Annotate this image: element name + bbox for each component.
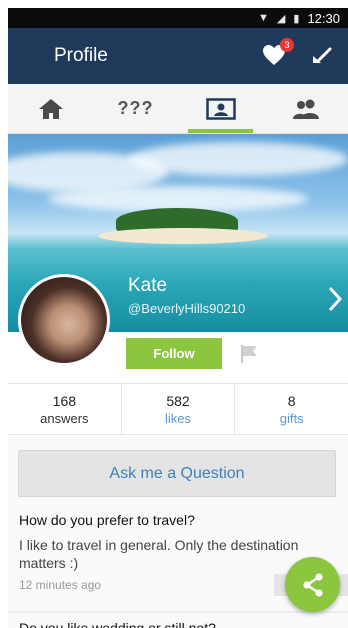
tab-profile[interactable] — [178, 84, 263, 133]
stat-value: 582 — [166, 392, 190, 409]
app-bar: Profile 3 — [8, 28, 348, 84]
profile-handle: @BeverlyHills90210 — [128, 301, 246, 316]
stat-likes[interactable]: 582 likes — [120, 384, 235, 434]
home-icon — [38, 98, 63, 119]
tab-friends[interactable] — [263, 84, 348, 133]
flag-icon[interactable] — [239, 344, 259, 364]
stat-label: likes — [165, 410, 192, 426]
page-title: Profile — [54, 45, 108, 66]
stat-answers[interactable]: 168 answers — [8, 384, 121, 434]
stat-value: 168 — [52, 392, 77, 409]
wifi-icon: ▼ — [258, 12, 269, 24]
answer-text: I like to travel in general. Only the de… — [19, 537, 299, 571]
tab-bar: ??? — [8, 84, 348, 134]
divider — [8, 611, 348, 613]
status-bar: ▼ ◢ ▮ 12:30 — [8, 8, 348, 28]
question-title[interactable]: Do you like wedding or still not? — [19, 620, 216, 628]
status-time: 12:30 — [307, 10, 340, 26]
battery-icon: ▮ — [293, 12, 300, 25]
stat-value: 8 — [287, 392, 296, 409]
profile-card-icon — [205, 97, 236, 120]
tab-home[interactable] — [8, 84, 93, 133]
stats-bar: 168 answers 582 likes 8 gifts — [8, 383, 348, 435]
cloud — [128, 142, 348, 176]
stat-label: gifts — [279, 410, 304, 426]
avatar[interactable] — [18, 274, 110, 366]
profile-name: Kate — [128, 275, 168, 296]
ask-question-button[interactable]: Ask me a Question — [18, 450, 336, 497]
share-button[interactable] — [285, 557, 340, 612]
tab-questions-label: ??? — [117, 98, 154, 118]
stat-gifts[interactable]: 8 gifts — [234, 384, 348, 434]
notifications-button[interactable]: 3 — [262, 38, 294, 68]
tab-questions[interactable]: ??? — [93, 84, 178, 133]
stat-label: answers — [40, 410, 89, 426]
back-arrow-icon[interactable] — [310, 47, 332, 65]
chevron-right-icon[interactable] — [328, 286, 342, 312]
share-icon — [302, 572, 323, 597]
follow-button[interactable]: Follow — [126, 338, 222, 369]
island-sand — [98, 228, 268, 244]
signal-icon: ◢ — [276, 12, 286, 25]
people-icon — [292, 99, 319, 119]
question-title[interactable]: How do you prefer to travel? — [19, 512, 195, 528]
answer-timestamp: 12 minutes ago — [19, 578, 102, 592]
notification-badge: 3 — [280, 38, 294, 52]
